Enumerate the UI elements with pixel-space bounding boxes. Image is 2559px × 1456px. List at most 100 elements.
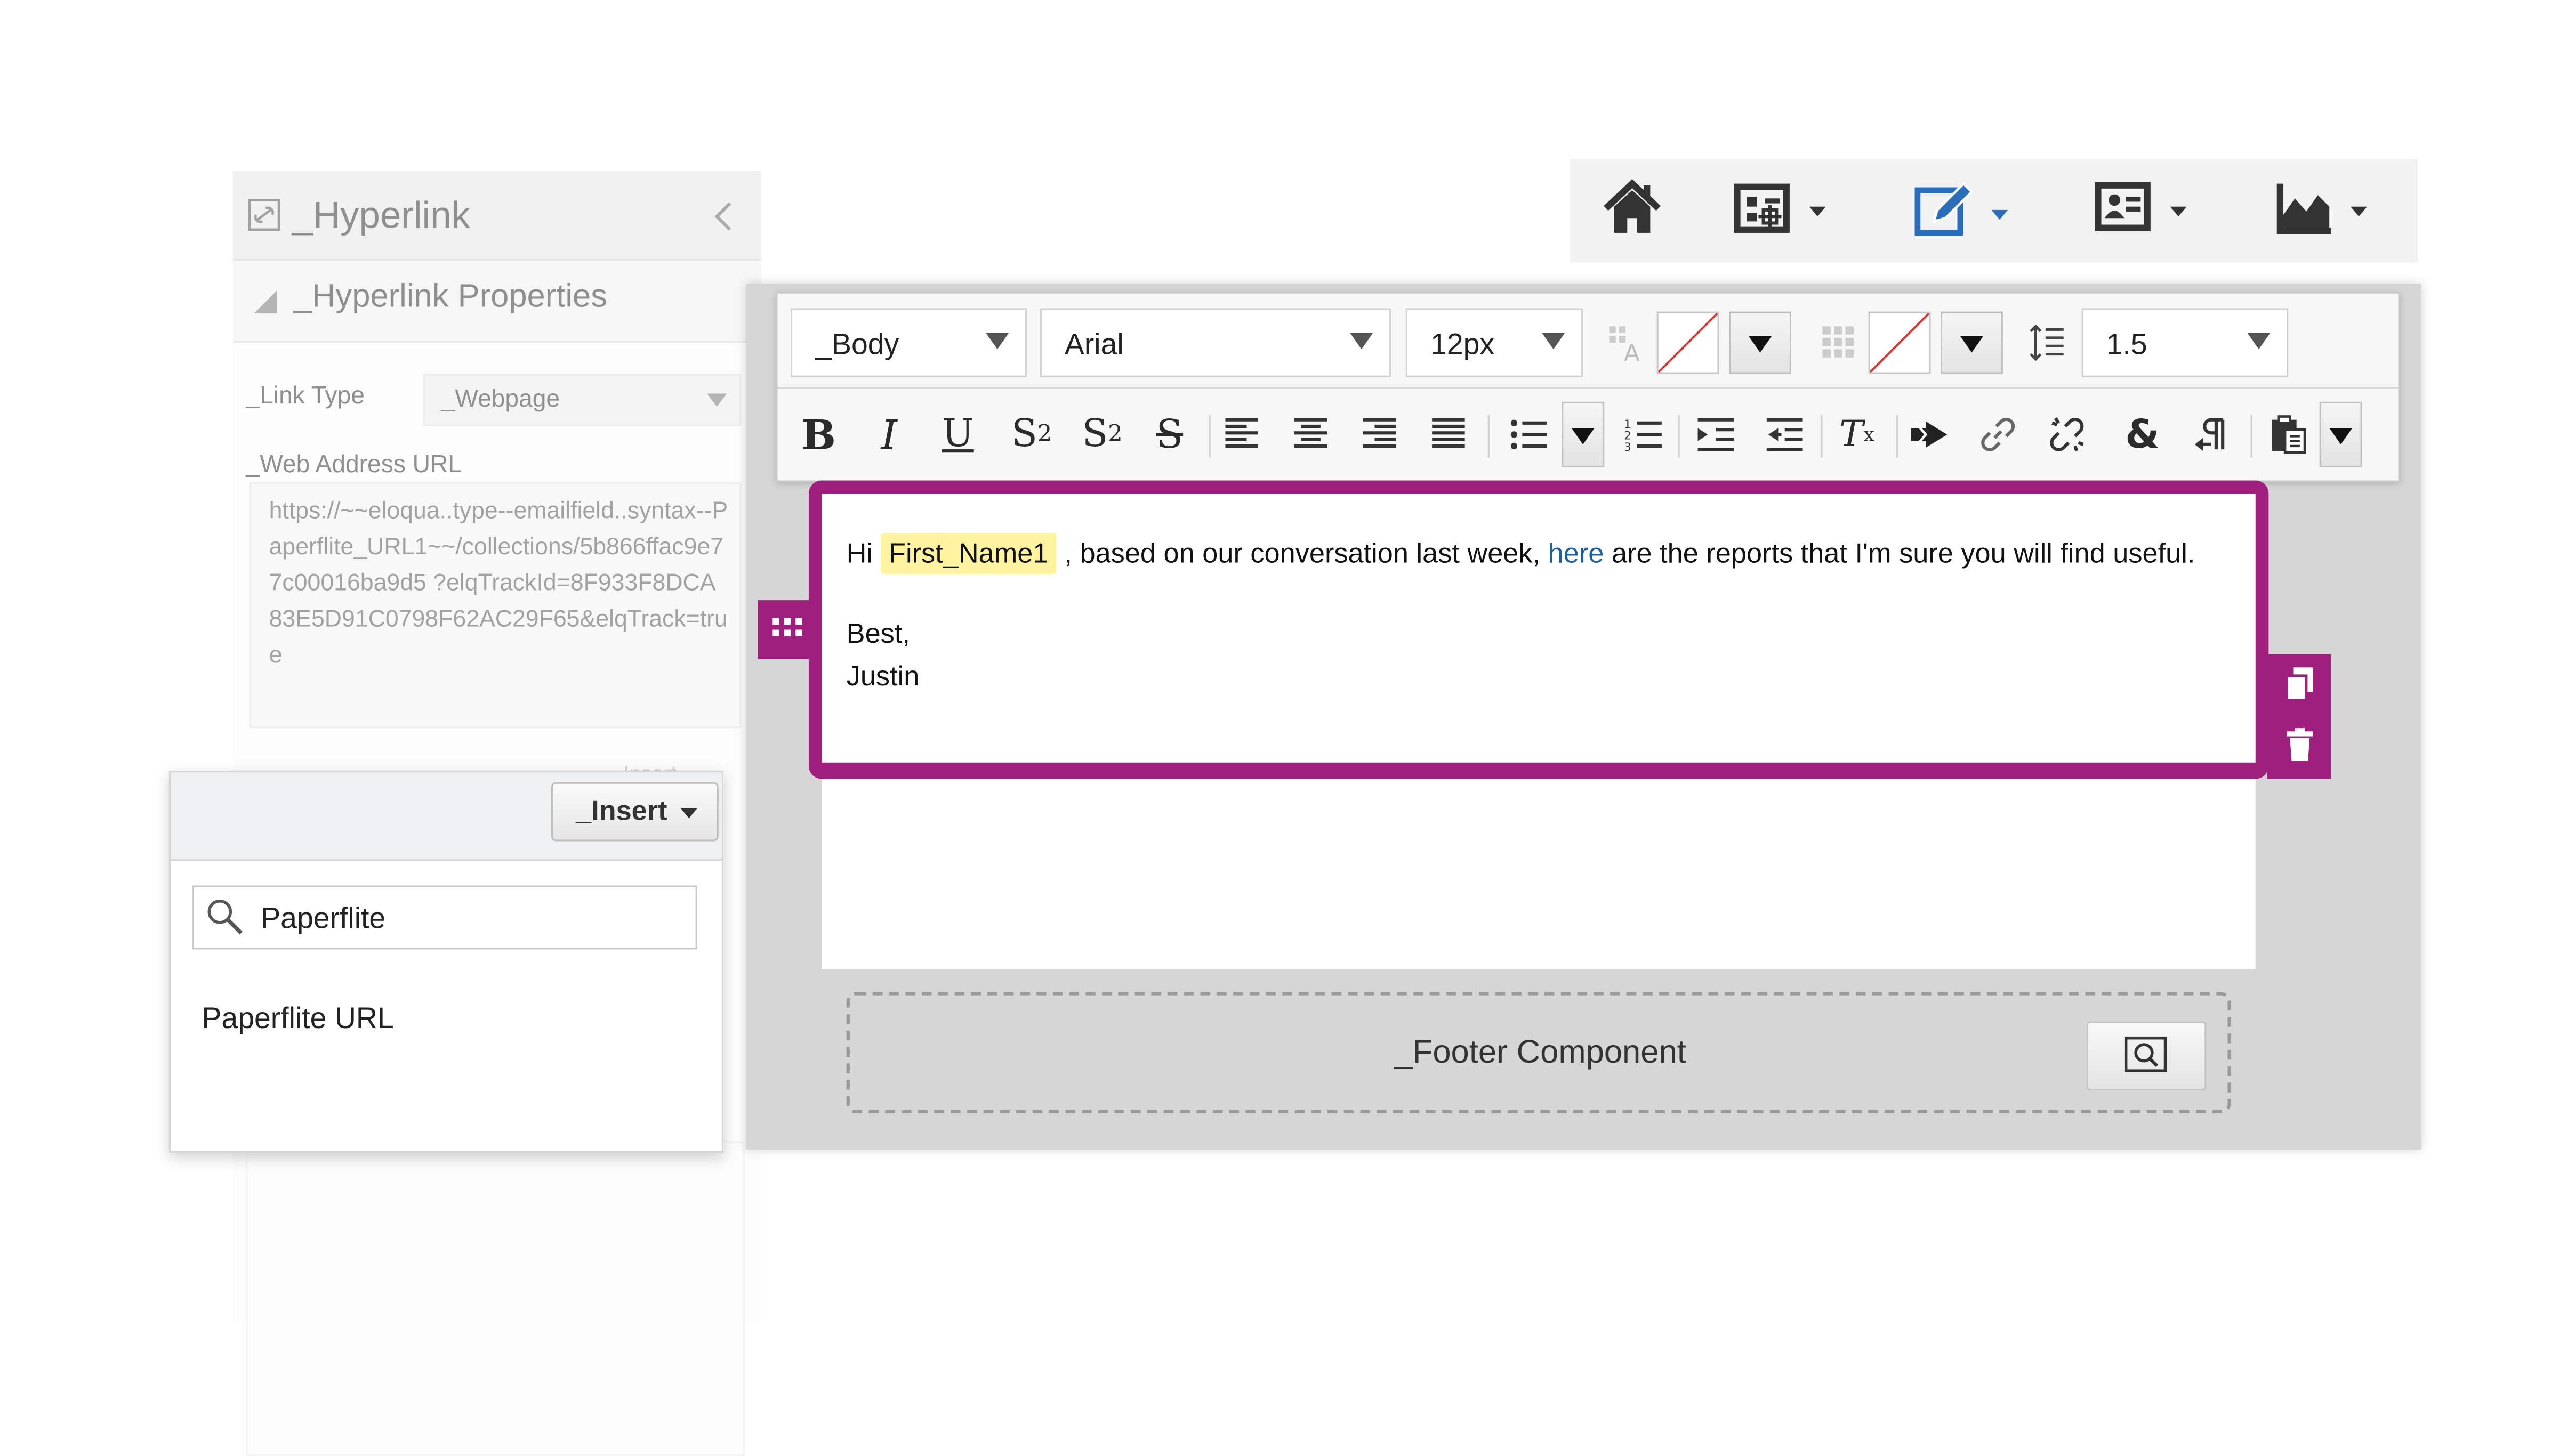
- paste-icon[interactable]: [2267, 408, 2309, 460]
- greeting-text: Hi: [846, 538, 873, 569]
- indent-icon[interactable]: [1694, 408, 1737, 460]
- link-type-label: _Link Type: [246, 382, 365, 410]
- collapse-chevron-icon[interactable]: [712, 200, 735, 233]
- block-actions: [2267, 654, 2331, 779]
- bulleted-list-icon[interactable]: [1508, 408, 1550, 460]
- email-message[interactable]: Hi First_Name1 , based on our conversati…: [847, 530, 2225, 699]
- footer-component[interactable]: _Footer Component: [846, 992, 2231, 1114]
- align-right-icon[interactable]: [1360, 408, 1399, 460]
- footer-component-label: _Footer Component: [1394, 1034, 1686, 1071]
- chevron-down-icon: [2247, 333, 2271, 350]
- email-body-area[interactable]: [822, 779, 2256, 969]
- text-block-body[interactable]: Hi First_Name1 , based on our conversati…: [822, 494, 2256, 763]
- delete-trash-icon[interactable]: [2287, 728, 2313, 761]
- numbered-list-icon[interactable]: 123: [1622, 408, 1665, 460]
- chevron-down-icon: [1809, 206, 1826, 217]
- web-address-url-label: _Web Address URL: [246, 451, 462, 479]
- chevron-down-icon: [1350, 333, 1373, 350]
- here-link[interactable]: here: [1548, 538, 1604, 569]
- search-result-item[interactable]: Paperflite URL: [202, 1002, 393, 1037]
- align-center-icon[interactable]: [1291, 408, 1331, 460]
- caret-down-icon: [1748, 336, 1772, 353]
- svg-text:A: A: [1624, 340, 1640, 364]
- contact-card-icon: [2095, 182, 2154, 234]
- background-color-swatch[interactable]: [1868, 311, 1931, 374]
- nav-campaign-button[interactable]: [1734, 175, 1839, 247]
- drag-handle[interactable]: [758, 600, 817, 659]
- nav-insights-button[interactable]: [2275, 175, 2380, 247]
- selected-text-block[interactable]: Hi First_Name1 , based on our conversati…: [808, 480, 2269, 779]
- toolbar-divider: [1821, 415, 1823, 458]
- chevron-down-icon: [1542, 333, 1565, 350]
- font-size-value: 12px: [1430, 328, 1495, 361]
- top-navigation-bar: [1570, 159, 2418, 263]
- underline-icon[interactable]: U: [938, 408, 978, 460]
- subscript-icon[interactable]: S2: [1007, 408, 1056, 460]
- superscript-icon[interactable]: S2: [1078, 408, 1127, 460]
- home-icon: [1599, 175, 1668, 241]
- message-body-text: , based on our conversation last week,: [1064, 538, 1541, 569]
- chevron-down-icon: [986, 333, 1009, 350]
- bulleted-list-dropdown[interactable]: [1562, 401, 1605, 467]
- chevron-down-icon: [2170, 206, 2187, 217]
- toolbar-divider: [1896, 415, 1898, 458]
- outdent-icon[interactable]: [1764, 408, 1806, 460]
- background-color-icon: [1821, 325, 1857, 361]
- justify-icon[interactable]: [1429, 408, 1468, 460]
- grip-dots-icon: [772, 618, 802, 641]
- hyperlink-panel-title: _Hyperlink: [292, 193, 471, 237]
- caret-down-icon: [1571, 428, 1595, 444]
- hyperlink-panel-lower-area: [246, 1141, 745, 1456]
- font-family-select[interactable]: Arial: [1040, 308, 1391, 377]
- toolbar-divider: [2250, 415, 2252, 458]
- strikethrough-icon[interactable]: S: [1148, 408, 1191, 460]
- duplicate-icon[interactable]: [2285, 666, 2314, 702]
- hyperlink-properties-title: _Hyperlink Properties: [293, 279, 608, 315]
- section-expand-triangle-icon: [253, 289, 279, 315]
- toolbar-divider: [1487, 415, 1490, 458]
- unlink-icon[interactable]: [2046, 408, 2088, 460]
- search-input-value: Paperflite: [261, 902, 386, 935]
- link-icon[interactable]: [1977, 408, 2019, 460]
- style-select[interactable]: _Body: [791, 308, 1027, 377]
- analytics-chart-icon: [2275, 180, 2335, 236]
- toolbar-divider: [1209, 415, 1211, 458]
- align-left-icon[interactable]: [1222, 408, 1261, 460]
- campaign-icon: [1734, 182, 1793, 238]
- insert-button[interactable]: _Insert: [551, 782, 719, 842]
- font-size-select[interactable]: 12px: [1405, 308, 1583, 377]
- field-search-input[interactable]: Paperflite: [191, 885, 697, 950]
- chevron-down-icon: [1991, 209, 2008, 220]
- special-character-icon[interactable]: &: [2121, 408, 2163, 460]
- chevron-down-icon: [2351, 206, 2367, 217]
- line-height-value: 1.5: [2106, 328, 2147, 361]
- paste-options-dropdown[interactable]: [2319, 401, 2362, 467]
- web-address-url-field[interactable]: https://~~eloqua..type--emailfield..synt…: [249, 482, 742, 729]
- text-color-swatch[interactable]: [1656, 311, 1719, 374]
- insert-field-popup: _Insert Paperflite Paperflite URL: [168, 771, 723, 1153]
- edit-pencil-icon: [1914, 179, 1977, 241]
- nav-contacts-button[interactable]: [2095, 175, 2200, 247]
- text-color-dropdown[interactable]: [1729, 311, 1791, 374]
- remove-format-icon[interactable]: Tx: [1836, 408, 1878, 460]
- font-family-value: Arial: [1064, 328, 1124, 361]
- link-type-value: _Webpage: [441, 385, 560, 414]
- toolbar-row-styles: _Body Arial 12px A 1.5: [777, 294, 2399, 389]
- svg-text:3: 3: [1624, 441, 1631, 452]
- hyperlink-panel-header: _Hyperlink: [232, 170, 761, 261]
- bold-icon[interactable]: B: [799, 408, 838, 460]
- background-color-dropdown[interactable]: [1940, 311, 2003, 374]
- italic-icon[interactable]: I: [870, 408, 909, 460]
- preview-magnifier-icon: [2124, 1036, 2167, 1073]
- caret-down-icon: [1960, 336, 1983, 353]
- line-height-select[interactable]: 1.5: [2081, 308, 2289, 377]
- link-type-select[interactable]: _Webpage: [423, 374, 742, 426]
- first-name-field-token[interactable]: First_Name1: [880, 532, 1057, 574]
- caret-down-icon: [2329, 428, 2353, 444]
- footer-preview-button[interactable]: [2086, 1021, 2207, 1091]
- nav-assets-button[interactable]: [1914, 175, 2019, 247]
- search-icon: [205, 897, 245, 936]
- insert-field-icon[interactable]: [1908, 408, 1950, 460]
- paragraph-direction-icon[interactable]: [2190, 408, 2233, 460]
- nav-home-button[interactable]: [1599, 175, 1668, 247]
